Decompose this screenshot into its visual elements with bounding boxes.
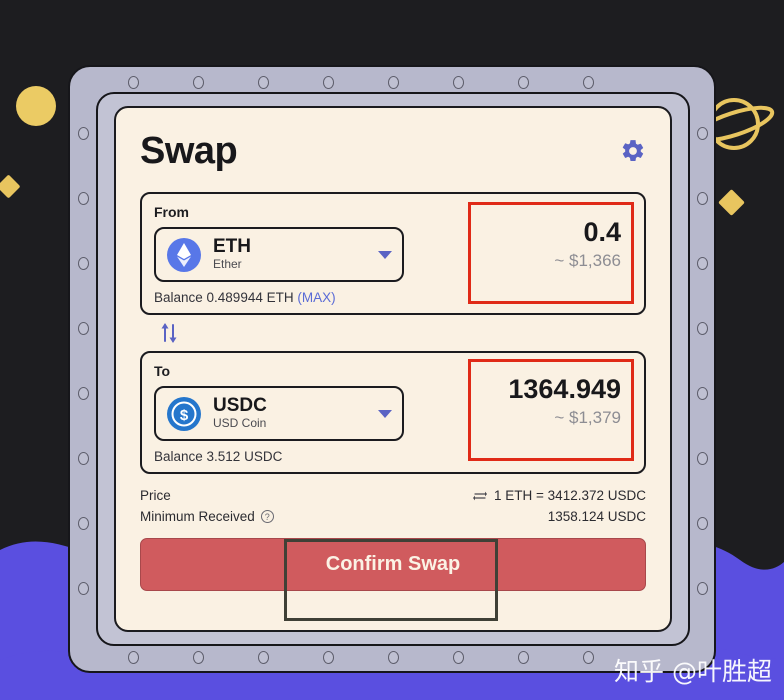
from-panel: From ETH Ether Balance 0.489944 ETH (MAX…: [140, 192, 646, 315]
question-mark-icon[interactable]: ?: [260, 510, 274, 523]
decorative-diamond-right: [718, 189, 745, 216]
frame-rivet: [323, 651, 334, 664]
frame-rivet: [697, 192, 708, 205]
minimum-label-group: Minimum Received ?: [140, 509, 274, 524]
from-amount-input[interactable]: 0.4: [471, 217, 621, 247]
price-label: Price: [140, 488, 171, 503]
frame-rivet: [78, 322, 89, 335]
to-amount-input[interactable]: 1364.949: [471, 374, 621, 404]
frame-rivet: [78, 257, 89, 270]
price-value-group: 1 ETH = 3412.372 USDC: [473, 488, 646, 503]
from-amount-usd: ~ $1,366: [554, 251, 621, 270]
frame-rivet: [388, 76, 399, 89]
frame-rivet: [323, 76, 334, 89]
frame-rivet: [78, 517, 89, 530]
from-balance-text: Balance 0.489944 ETH: [154, 290, 294, 305]
to-amount-highlight: 1364.949 ~ $1,379: [468, 359, 634, 461]
frame-rivet: [697, 387, 708, 400]
frame-rivet: [583, 76, 594, 89]
frame-rivet: [453, 651, 464, 664]
from-token-text: ETH Ether: [213, 237, 374, 272]
to-amount-usd: ~ $1,379: [554, 408, 621, 427]
card-header: Swap: [140, 130, 646, 192]
to-token-text: USDC USD Coin: [213, 396, 374, 431]
swap-card: Swap From ETH Ether Balance 0.489944 ETH…: [114, 106, 672, 632]
screenshot-root: Swap From ETH Ether Balance 0.489944 ETH…: [0, 0, 784, 700]
to-token-name: USD Coin: [213, 416, 267, 430]
price-value: 1 ETH = 3412.372 USDC: [494, 488, 646, 503]
max-button[interactable]: (MAX): [297, 290, 335, 305]
frame-rivet: [258, 651, 269, 664]
to-token-symbol: USDC: [213, 395, 267, 416]
decorative-diamond-left: [0, 174, 21, 199]
frame-rivet: [697, 257, 708, 270]
gear-icon[interactable]: [620, 138, 646, 169]
price-row: Price 1 ETH = 3412.372 USDC: [140, 485, 646, 506]
frame-rivet: [128, 76, 139, 89]
watermark: 知乎 @叶胜超: [614, 657, 772, 686]
frame-rivet: [388, 651, 399, 664]
frame-rivet: [258, 76, 269, 89]
to-token-selector[interactable]: $ USDC USD Coin: [154, 386, 404, 441]
frame-rivet: [697, 452, 708, 465]
svg-text:$: $: [180, 407, 189, 424]
chevron-down-icon: [378, 250, 392, 259]
decorative-yellow-circle: [16, 86, 56, 126]
minimum-received-row: Minimum Received ? 1358.124 USDC: [140, 506, 646, 527]
frame-rivet: [583, 651, 594, 664]
minimum-received-value: 1358.124 USDC: [547, 509, 646, 524]
swap-vertical-arrows-icon[interactable]: [158, 321, 180, 345]
minimum-received-label: Minimum Received: [140, 509, 255, 524]
from-token-symbol: ETH: [213, 236, 251, 257]
frame-rivet: [697, 322, 708, 335]
from-token-selector[interactable]: ETH Ether: [154, 227, 404, 282]
page-title: Swap: [140, 130, 238, 172]
to-balance-text: Balance 3.512 USDC: [154, 449, 283, 464]
frame-rivet: [518, 651, 529, 664]
from-amount-highlight: 0.4 ~ $1,366: [468, 202, 634, 304]
usdc-icon: $: [166, 396, 202, 432]
frame-rivet: [518, 76, 529, 89]
ethereum-icon: [166, 237, 202, 273]
device-frame: Swap From ETH Ether Balance 0.489944 ETH…: [68, 65, 716, 673]
from-token-name: Ether: [213, 257, 242, 271]
frame-rivet: [78, 582, 89, 595]
frame-rivet: [193, 76, 204, 89]
chevron-down-icon: [378, 409, 392, 418]
confirm-swap-button[interactable]: Confirm Swap: [140, 538, 646, 591]
swap-details: Price 1 ETH = 3412.372 USDC Minimum Rece…: [140, 485, 646, 527]
frame-rivet: [697, 127, 708, 140]
frame-rivet: [78, 387, 89, 400]
frame-rivet: [697, 517, 708, 530]
frame-rivet: [128, 651, 139, 664]
to-panel: To $ USDC USD Coin Balance 3.512 USDC 13…: [140, 351, 646, 474]
frame-rivet: [697, 582, 708, 595]
frame-rivet: [193, 651, 204, 664]
swap-horizontal-arrows-icon[interactable]: [473, 490, 488, 502]
switch-tokens-row: [140, 315, 646, 351]
frame-rivet: [78, 192, 89, 205]
frame-rivet: [78, 452, 89, 465]
frame-rivet: [453, 76, 464, 89]
frame-rivet: [78, 127, 89, 140]
